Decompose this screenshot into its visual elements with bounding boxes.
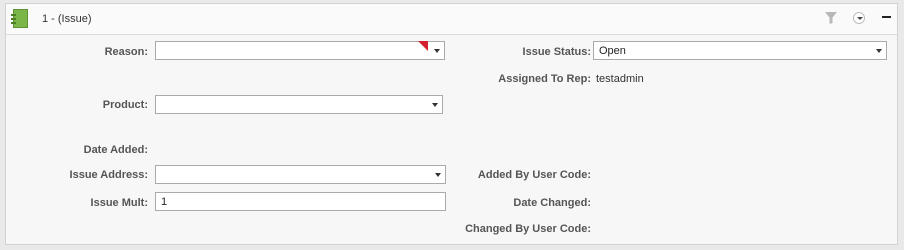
issue-mult-label: Issue Mult: bbox=[90, 197, 148, 209]
changed-by-user-code-label: Changed By User Code: bbox=[465, 223, 591, 235]
issue-status-select[interactable]: Open bbox=[593, 41, 887, 60]
filter-icon[interactable] bbox=[825, 11, 837, 25]
product-select[interactable] bbox=[155, 95, 443, 114]
assigned-to-rep-value: testadmin bbox=[596, 73, 644, 85]
reason-select[interactable] bbox=[155, 41, 445, 60]
chevron-down-icon bbox=[435, 173, 441, 177]
panel-title: 1 - (Issue) bbox=[42, 13, 92, 25]
issue-status-value: Open bbox=[599, 45, 626, 57]
chevron-down-icon bbox=[434, 49, 440, 53]
date-added-label: Date Added: bbox=[83, 144, 148, 156]
reason-label: Reason: bbox=[104, 46, 148, 58]
chevron-down-icon bbox=[876, 49, 882, 53]
notebook-icon bbox=[11, 9, 28, 28]
panel-header: 1 - (Issue) bbox=[6, 4, 897, 35]
issue-status-label: Issue Status: bbox=[522, 46, 591, 58]
required-marker bbox=[418, 41, 428, 51]
issue-address-select[interactable] bbox=[155, 165, 446, 184]
issue-mult-input[interactable]: 1 bbox=[155, 192, 446, 211]
issue-address-label: Issue Address: bbox=[69, 169, 148, 181]
product-label: Product: bbox=[102, 99, 148, 111]
issue-panel: 1 - (Issue) Reason: Product: Date Added:… bbox=[5, 3, 898, 245]
assigned-to-rep-label: Assigned To Rep: bbox=[498, 73, 591, 85]
chevron-down-icon bbox=[432, 103, 438, 107]
added-by-user-code-label: Added By User Code: bbox=[477, 169, 591, 181]
issue-mult-value: 1 bbox=[161, 196, 168, 208]
minus-icon[interactable] bbox=[882, 16, 891, 18]
chevron-down-icon[interactable] bbox=[853, 12, 865, 24]
date-changed-label: Date Changed: bbox=[513, 197, 591, 209]
